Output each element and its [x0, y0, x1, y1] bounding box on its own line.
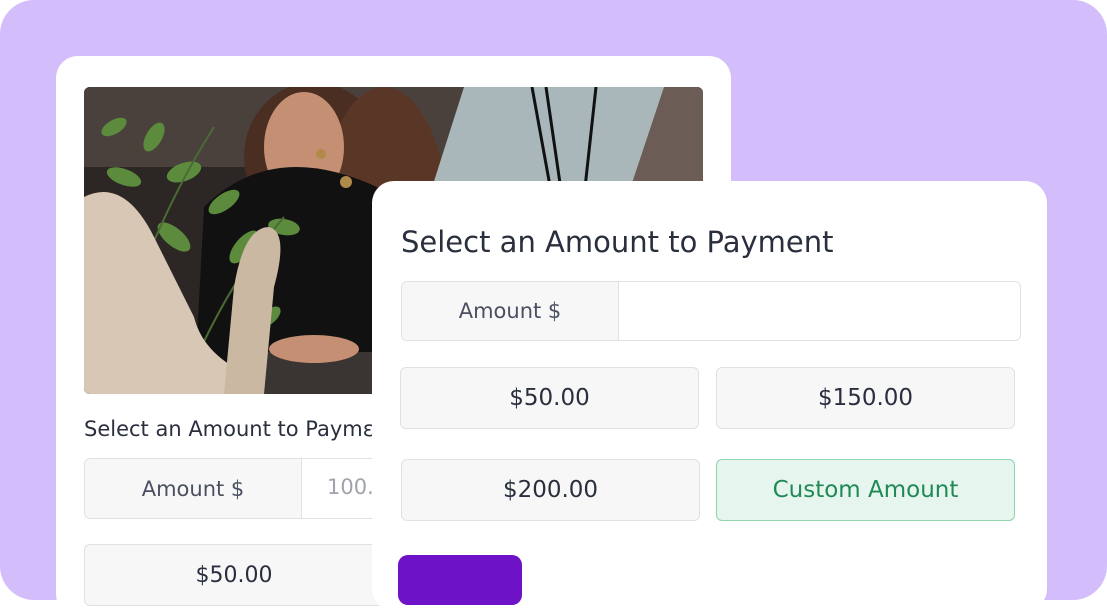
back-amount-input[interactable]: 100. — [327, 475, 374, 499]
amount-option-50[interactable]: $50.00 — [400, 367, 699, 429]
amount-option-custom[interactable]: Custom Amount — [716, 459, 1015, 521]
amount-input-group: Amount $ — [401, 281, 1021, 341]
front-payment-card: Select an Amount to Payment Amount $ $50… — [372, 181, 1047, 611]
amount-addon: Amount $ — [402, 282, 619, 340]
pay-button[interactable] — [398, 555, 522, 605]
background: Select an Amount to Paymε Amount $ 100. … — [0, 0, 1107, 616]
back-form-title: Select an Amount to Paymε — [84, 417, 375, 441]
amount-option-200[interactable]: $200.00 — [401, 459, 700, 521]
back-amount-option[interactable]: $50.00 — [84, 544, 384, 606]
amount-option-150[interactable]: $150.00 — [716, 367, 1015, 429]
amount-input[interactable] — [619, 282, 1019, 340]
back-amount-addon: Amount $ — [85, 459, 302, 518]
form-title: Select an Amount to Payment — [401, 225, 834, 259]
